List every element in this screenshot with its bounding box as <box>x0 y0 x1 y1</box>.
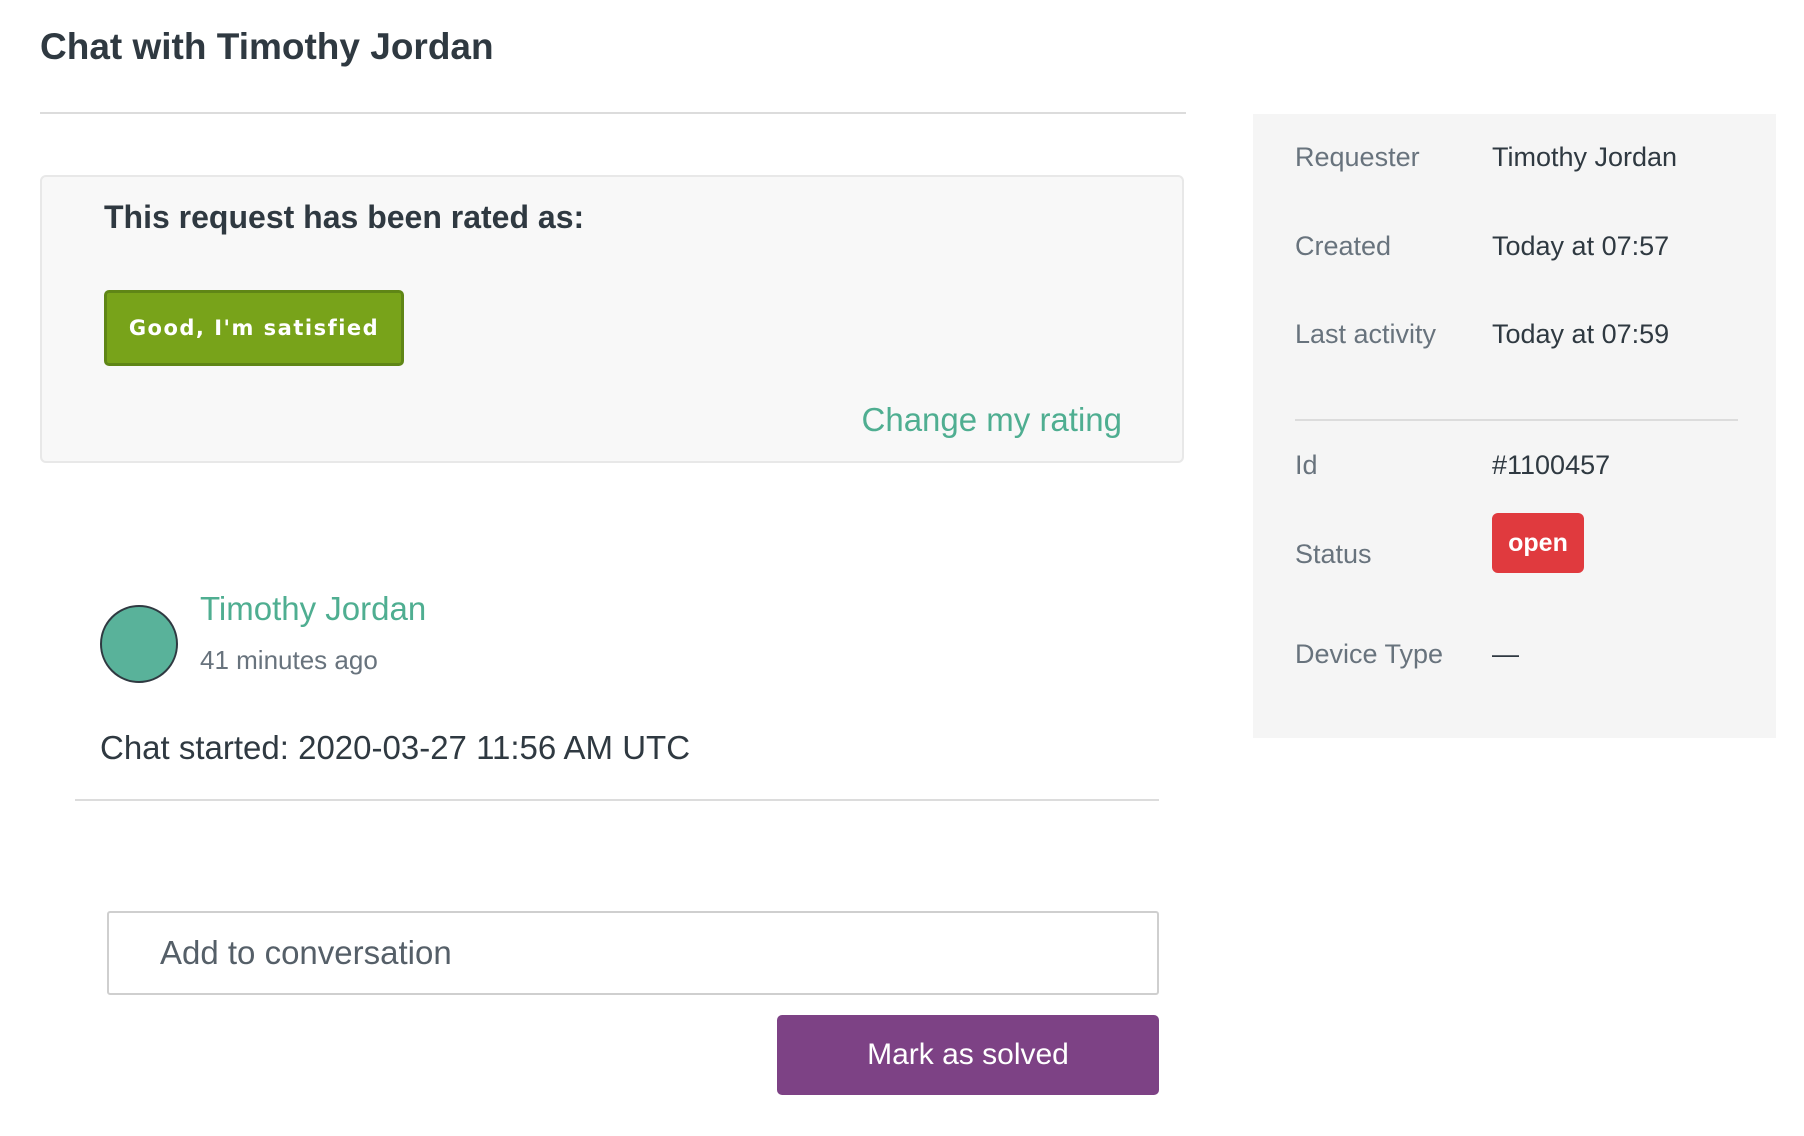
add-to-conversation-input[interactable] <box>107 911 1159 995</box>
detail-value: #1100457 <box>1492 450 1611 480</box>
rating-badge: Good, I'm satisfied <box>104 290 404 366</box>
avatar <box>100 605 178 683</box>
conversation-divider <box>75 799 1159 801</box>
detail-value: Timothy Jordan <box>1492 142 1678 172</box>
detail-label: Id <box>1295 450 1318 480</box>
message-body: Chat started: 2020-03-27 11:56 AM UTC <box>100 729 691 766</box>
message-timestamp: 41 minutes ago <box>200 645 378 675</box>
detail-value: Today at 07:57 <box>1492 231 1670 261</box>
detail-label: Status <box>1295 539 1372 569</box>
author-name[interactable]: Timothy Jordan <box>200 590 426 628</box>
page-title: Chat with Timothy Jordan <box>40 26 494 67</box>
detail-value: — <box>1492 639 1519 669</box>
change-rating-link[interactable]: Change my rating <box>862 401 1122 439</box>
rating-heading: This request has been rated as: <box>104 199 585 235</box>
detail-value: Today at 07:59 <box>1492 319 1670 349</box>
detail-label: Requester <box>1295 142 1420 172</box>
status-badge: open <box>1492 513 1584 573</box>
detail-label: Last activity <box>1295 319 1437 349</box>
details-divider <box>1295 419 1738 421</box>
rating-panel: This request has been rated as: Good, I'… <box>40 175 1184 463</box>
mark-as-solved-button[interactable]: Mark as solved <box>777 1015 1159 1095</box>
title-divider <box>40 112 1186 114</box>
detail-label: Created <box>1295 231 1392 261</box>
detail-label: Device Type <box>1295 639 1444 669</box>
request-details-sidebar: Requester Timothy Jordan Created Today a… <box>1253 114 1776 738</box>
